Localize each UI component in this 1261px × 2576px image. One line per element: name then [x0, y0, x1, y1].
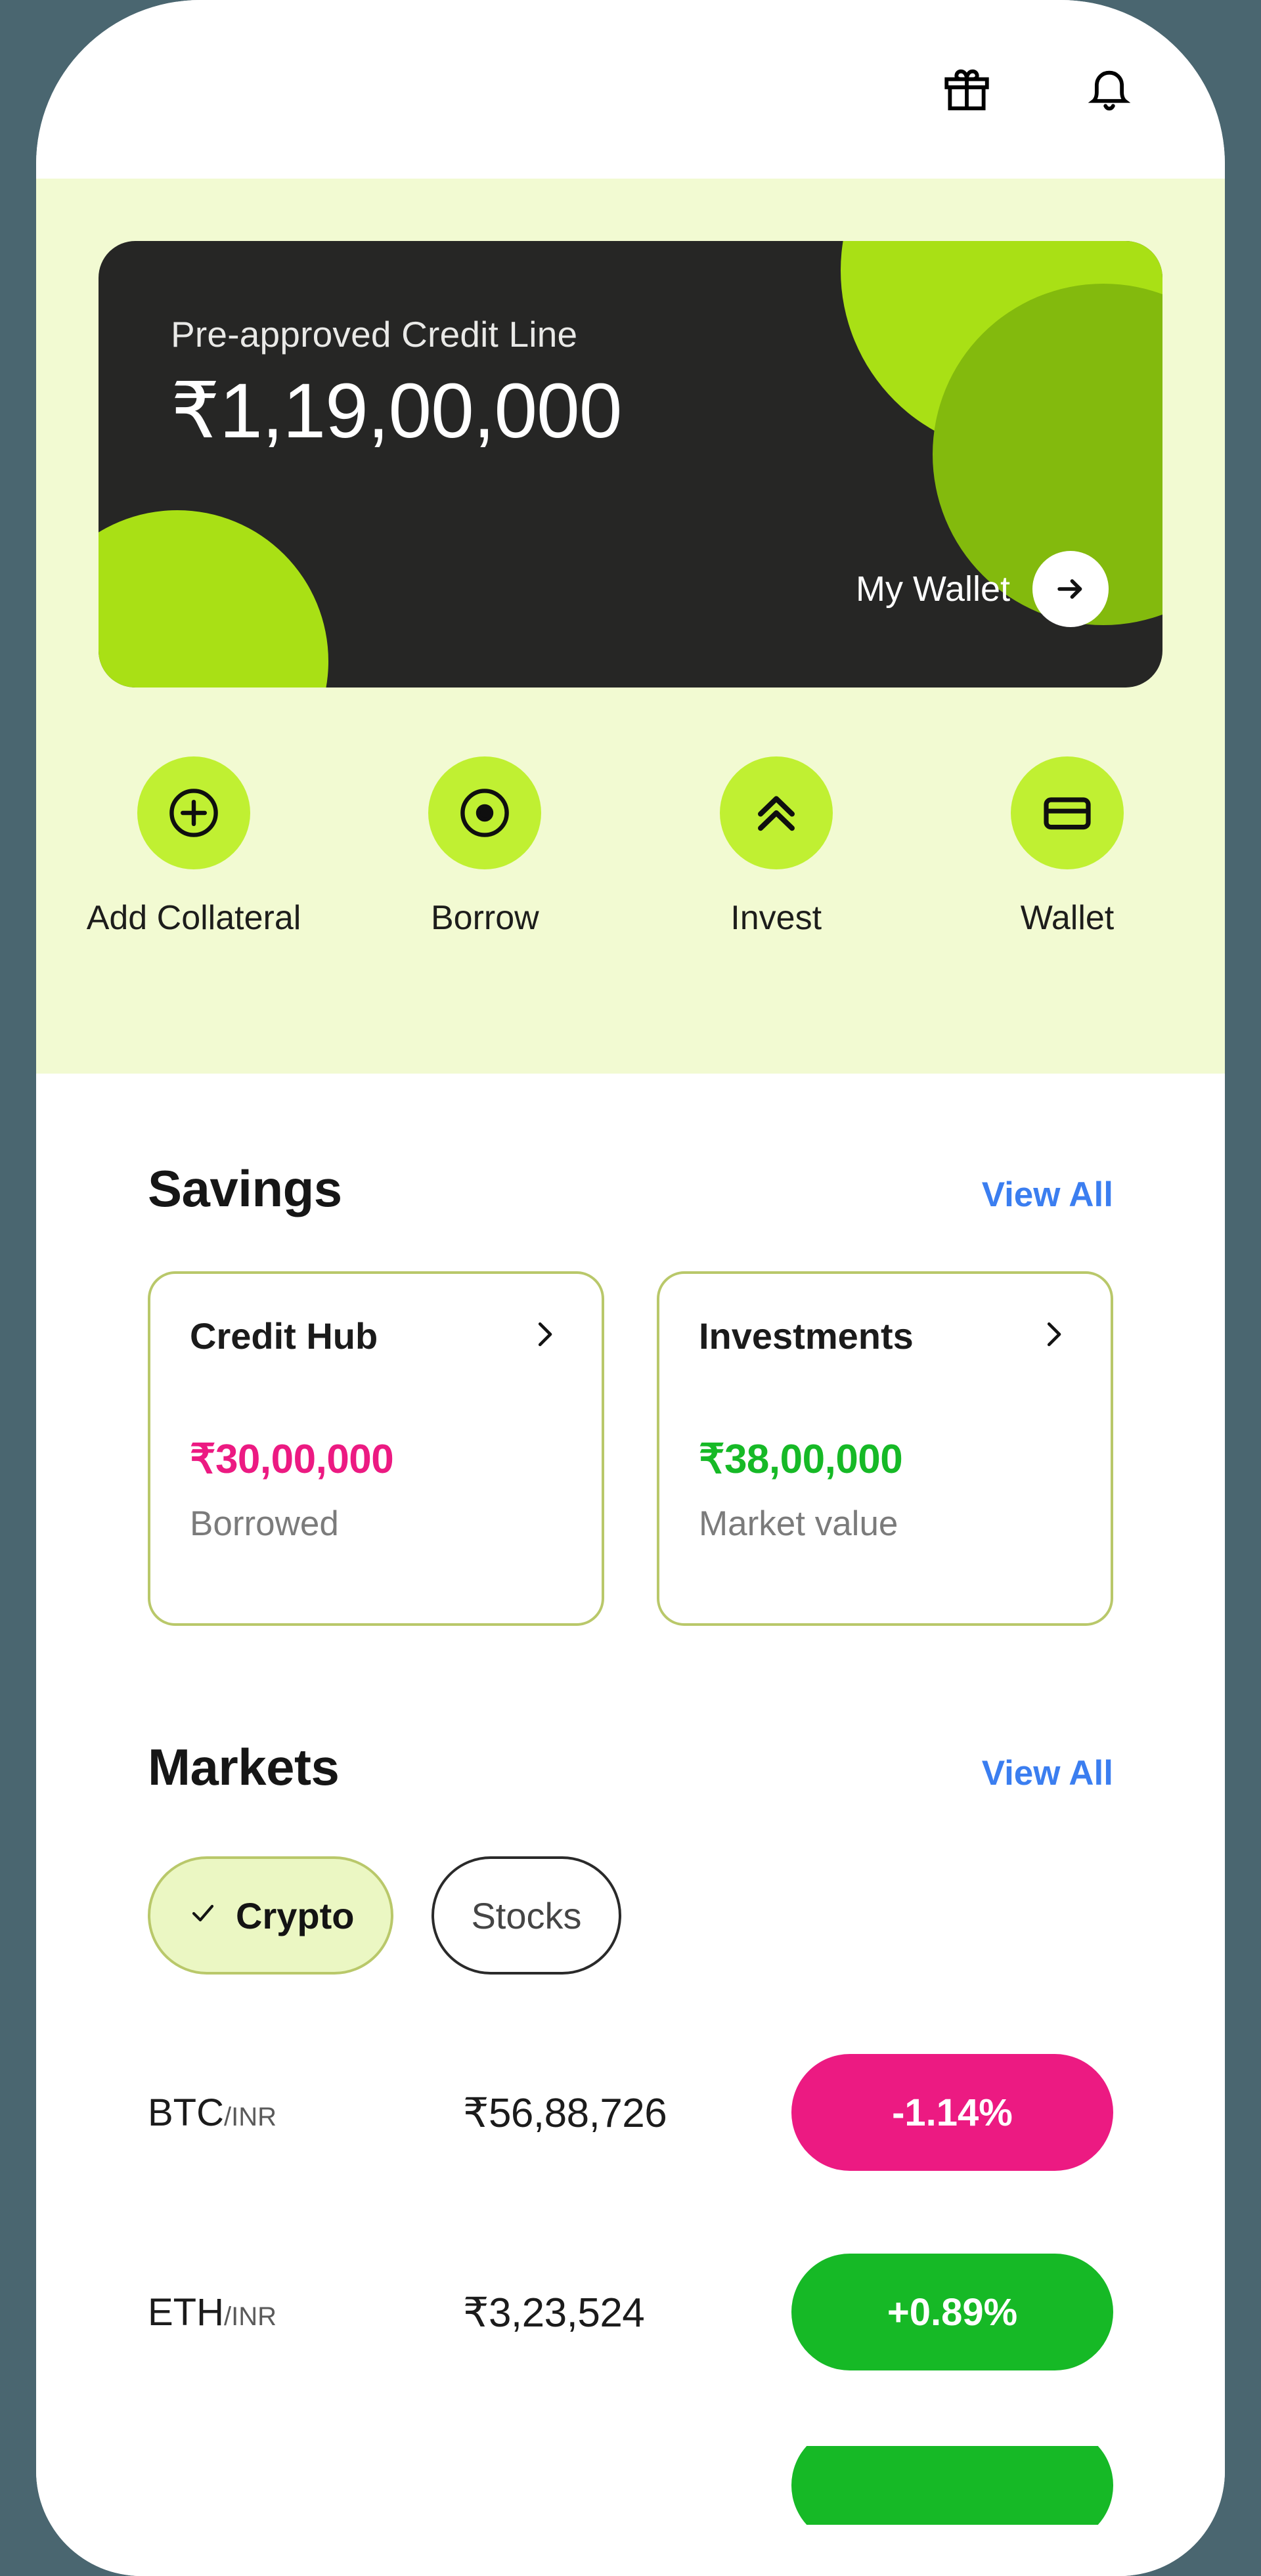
chevron-right-icon[interactable] — [527, 1317, 562, 1355]
bell-icon[interactable] — [1079, 59, 1139, 120]
credit-line-label: Pre-approved Credit Line — [171, 314, 578, 355]
gift-icon[interactable] — [937, 59, 997, 120]
markets-list: BTC/INR ₹56,88,726 -1.14% ETH/INR ₹3,23,… — [36, 2047, 1225, 2525]
body-area: Savings View All Credit Hub ₹30,00,000 B… — [36, 1074, 1225, 2576]
market-base: BTC — [148, 2091, 224, 2134]
market-pair: ETH/INR — [148, 2290, 450, 2334]
target-circle-icon — [428, 756, 542, 869]
savings-card-subtitle: Borrowed — [190, 1504, 339, 1543]
savings-cards-row: Credit Hub ₹30,00,000 Borrowed Investmen… — [36, 1271, 1225, 1626]
phone-frame: Pre-approved Credit Line ₹1,19,00,000 My… — [36, 0, 1225, 2576]
quick-action-label: Wallet — [1020, 899, 1115, 937]
tab-stocks-label: Stocks — [471, 1894, 582, 1936]
market-change-badge: +0.89% — [791, 2254, 1113, 2370]
quick-action-wallet[interactable]: Wallet — [972, 756, 1162, 938]
savings-card-title: Credit Hub — [190, 1315, 378, 1357]
market-price: ₹56,88,726 — [463, 2090, 667, 2136]
savings-title: Savings — [148, 1160, 342, 1217]
credit-line-amount: ₹1,19,00,000 — [171, 368, 622, 454]
quick-action-invest[interactable]: Invest — [681, 756, 872, 938]
credit-line-card[interactable]: Pre-approved Credit Line ₹1,19,00,000 My… — [99, 241, 1162, 688]
market-quote: /INR — [224, 2102, 277, 2131]
savings-card-value: ₹30,00,000 — [190, 1437, 394, 1482]
quick-actions-row: Add Collateral Borrow Invest Wallet — [87, 756, 1162, 938]
market-row-eth[interactable]: ETH/INR ₹3,23,524 +0.89% — [36, 2246, 1225, 2378]
plus-circle-icon — [137, 756, 250, 869]
card-decoration-lime-bottom — [99, 510, 328, 688]
tab-crypto[interactable]: Crypto — [148, 1856, 394, 1975]
market-row-partial[interactable] — [36, 2446, 1225, 2525]
market-base: ETH — [148, 2290, 224, 2334]
my-wallet-button[interactable]: My Wallet — [856, 551, 1109, 627]
tab-crypto-label: Crypto — [236, 1894, 355, 1936]
hero-section: Pre-approved Credit Line ₹1,19,00,000 My… — [36, 179, 1225, 1074]
card-icon — [1010, 756, 1124, 869]
tab-stocks[interactable]: Stocks — [431, 1856, 621, 1975]
check-icon — [187, 1894, 219, 1937]
market-quote: /INR — [224, 2302, 277, 2331]
savings-view-all[interactable]: View All — [982, 1175, 1113, 1215]
top-bar — [36, 0, 1225, 179]
markets-section-header: Markets View All — [36, 1626, 1225, 1797]
market-change-badge — [791, 2446, 1113, 2525]
savings-section-header: Savings View All — [36, 1074, 1225, 1219]
savings-card-value: ₹38,00,000 — [699, 1437, 903, 1482]
market-change-badge: -1.14% — [791, 2054, 1113, 2171]
markets-tab-bar: Crypto Stocks — [36, 1856, 1225, 1975]
market-row-btc[interactable]: BTC/INR ₹56,88,726 -1.14% — [36, 2047, 1225, 2178]
quick-action-label: Invest — [730, 899, 822, 937]
savings-card-title: Investments — [699, 1315, 914, 1357]
market-price: ₹3,23,524 — [463, 2290, 645, 2336]
arrow-right-icon[interactable] — [1032, 551, 1109, 627]
quick-action-add-collateral[interactable]: Add Collateral — [87, 756, 301, 938]
my-wallet-label: My Wallet — [855, 569, 1010, 609]
chevron-right-icon[interactable] — [1036, 1317, 1071, 1355]
market-pair: BTC/INR — [148, 2091, 450, 2135]
savings-card-credit-hub[interactable]: Credit Hub ₹30,00,000 Borrowed — [148, 1271, 604, 1626]
quick-action-label: Add Collateral — [86, 899, 301, 937]
savings-card-investments[interactable]: Investments ₹38,00,000 Market value — [657, 1271, 1113, 1626]
markets-title: Markets — [148, 1738, 340, 1796]
markets-view-all[interactable]: View All — [982, 1753, 1113, 1793]
quick-action-borrow[interactable]: Borrow — [389, 756, 580, 938]
double-chevron-up-icon — [719, 756, 833, 869]
savings-card-subtitle: Market value — [699, 1504, 898, 1543]
quick-action-label: Borrow — [430, 899, 539, 937]
